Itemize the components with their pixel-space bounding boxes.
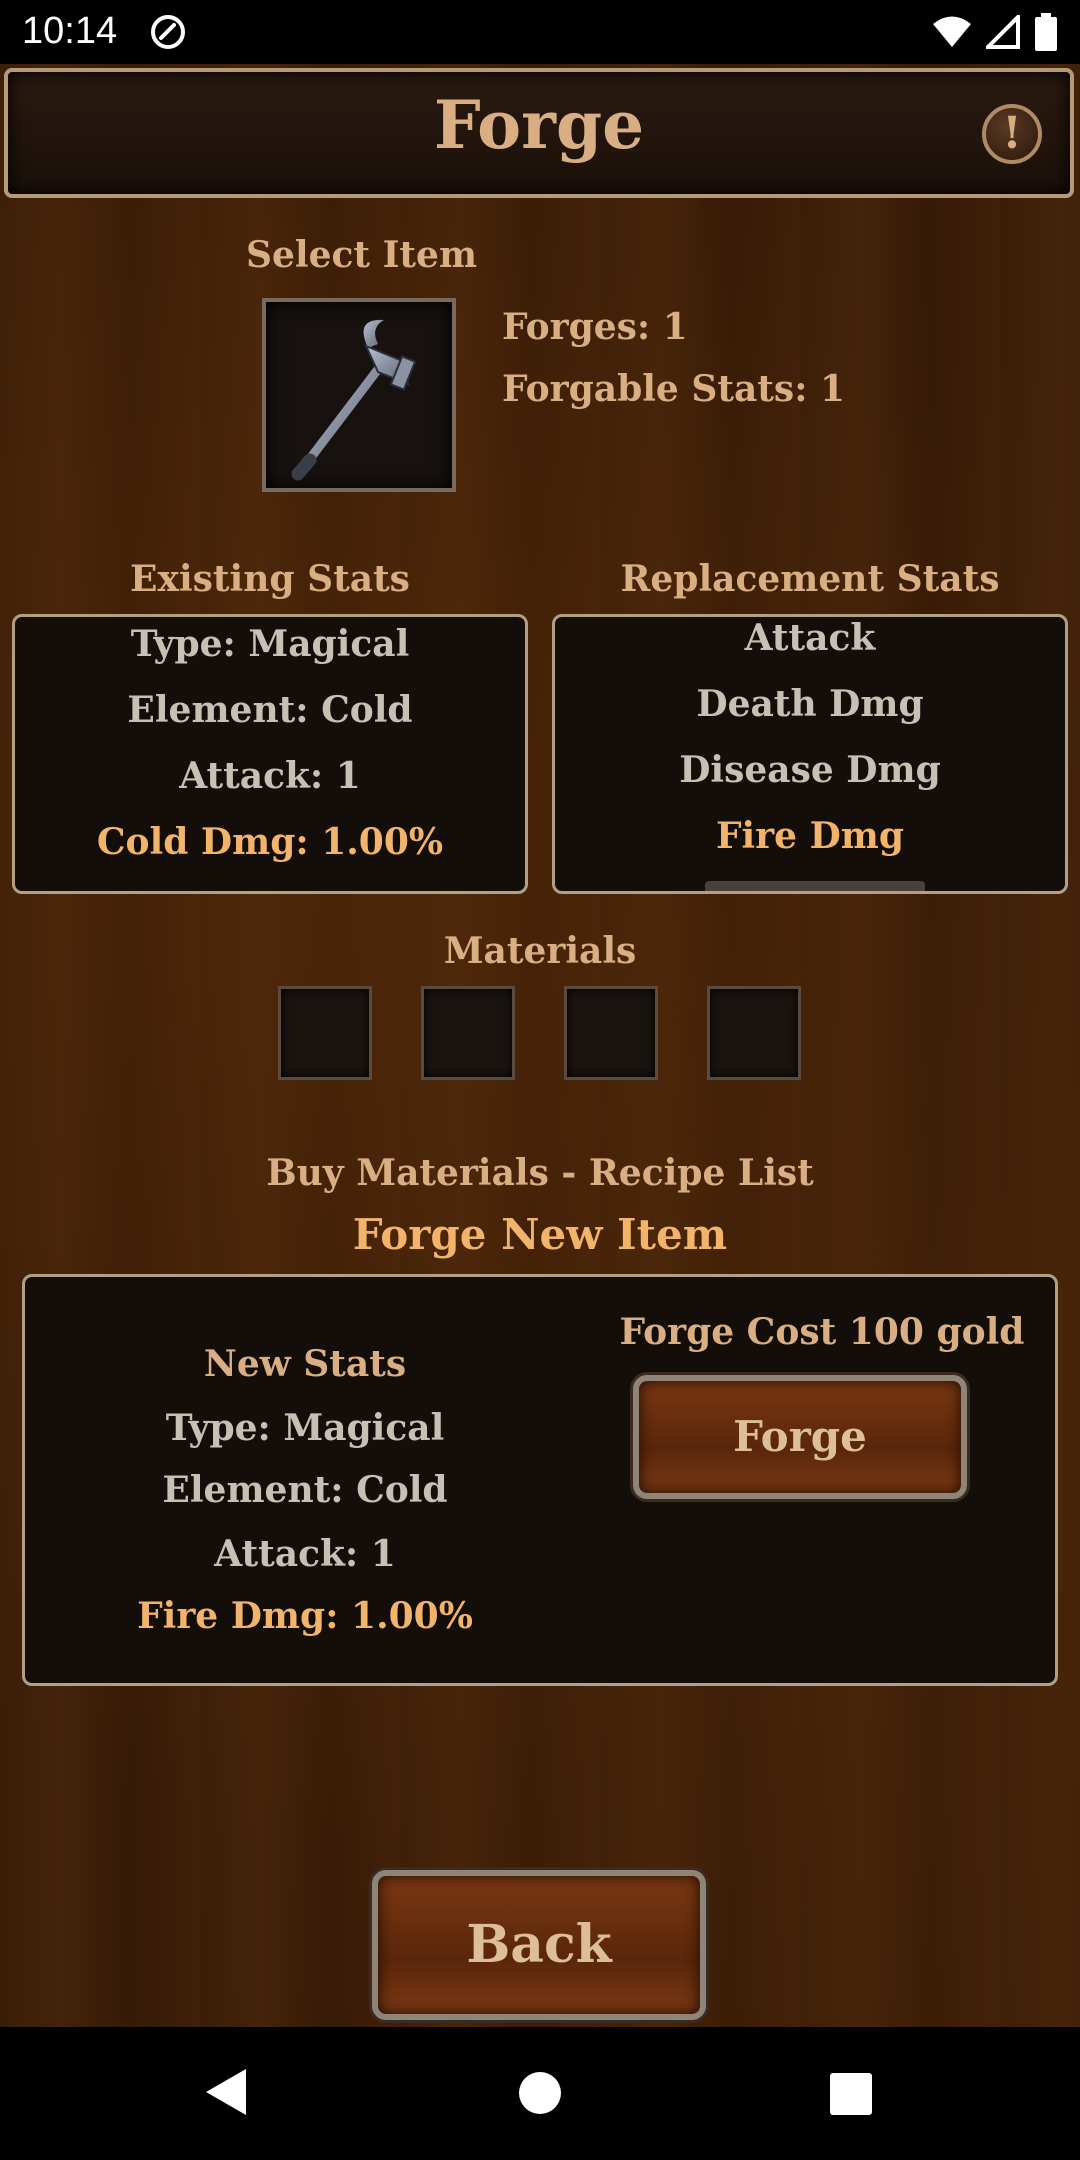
replacement-option[interactable]: Disease Dmg <box>555 749 1065 791</box>
new-stats-label: New Stats <box>203 1343 407 1385</box>
replacement-option-selected[interactable]: Fire Dmg <box>555 815 1065 857</box>
material-slot[interactable] <box>421 986 515 1080</box>
materials-label: Materials <box>443 930 637 972</box>
forge-cost: Forge Cost 100 gold <box>619 1311 1025 1353</box>
nav-home-icon[interactable] <box>518 2071 562 2115</box>
replacement-option-partial[interactable] <box>705 881 925 891</box>
back-button[interactable]: Back <box>372 1870 706 2020</box>
replacement-stats-list[interactable]: Attack Death Dmg Disease Dmg Fire Dmg <box>552 614 1068 894</box>
existing-stat-damage: Cold Dmg: 1.00% <box>96 821 444 863</box>
battery-icon <box>1035 13 1057 51</box>
app-notification-icon <box>151 15 185 49</box>
material-slot[interactable] <box>278 986 372 1080</box>
title-bar: Forge ! <box>4 68 1074 198</box>
select-item-label: Select Item <box>246 234 478 276</box>
material-slot[interactable] <box>707 986 801 1080</box>
forge-new-item-panel: New Stats Type: Magical Element: Cold At… <box>22 1274 1058 1686</box>
status-time: 10:14 <box>22 10 118 52</box>
navigation-bar <box>0 2027 1080 2160</box>
wifi-icon <box>933 16 971 47</box>
status-bar: 10:14 <box>0 0 1080 64</box>
item-slot[interactable] <box>262 298 456 492</box>
replacement-option[interactable]: Death Dmg <box>555 683 1065 725</box>
forgable-stats-count: Forgable Stats: 1 <box>502 368 846 410</box>
new-stat-damage: Fire Dmg: 1.00% <box>137 1595 473 1637</box>
cell-signal-icon <box>986 15 1020 49</box>
info-button[interactable]: ! <box>982 104 1042 164</box>
nav-recents-icon[interactable] <box>830 2073 872 2115</box>
replacement-stats-label: Replacement Stats <box>620 558 1000 600</box>
forge-button[interactable]: Forge <box>633 1375 967 1499</box>
page-title: Forge <box>433 86 645 164</box>
material-slot[interactable] <box>564 986 658 1080</box>
existing-stats-panel: Type: Magical Element: Cold Attack: 1 Co… <box>12 614 528 894</box>
forge-screen: Forge ! Select Item Forges: 1 Forgable S… <box>0 64 1080 2027</box>
hammer-icon <box>291 319 417 481</box>
nav-back-icon[interactable] <box>204 2067 248 2117</box>
existing-stat-attack: Attack: 1 <box>179 755 361 797</box>
existing-stats-label: Existing Stats <box>130 558 410 600</box>
forge-new-item-heading: Forge New Item <box>352 1210 728 1259</box>
buy-materials-link[interactable]: Buy Materials - Recipe List <box>0 1152 1080 1194</box>
new-stat-attack: Attack: 1 <box>214 1533 396 1575</box>
existing-stat-element: Element: Cold <box>127 689 413 731</box>
replacement-option[interactable]: Attack <box>555 617 1065 659</box>
forges-count: Forges: 1 <box>502 306 688 348</box>
new-stat-element: Element: Cold <box>162 1469 448 1511</box>
new-stat-type: Type: Magical <box>165 1407 445 1449</box>
existing-stat-type: Type: Magical <box>130 623 410 665</box>
